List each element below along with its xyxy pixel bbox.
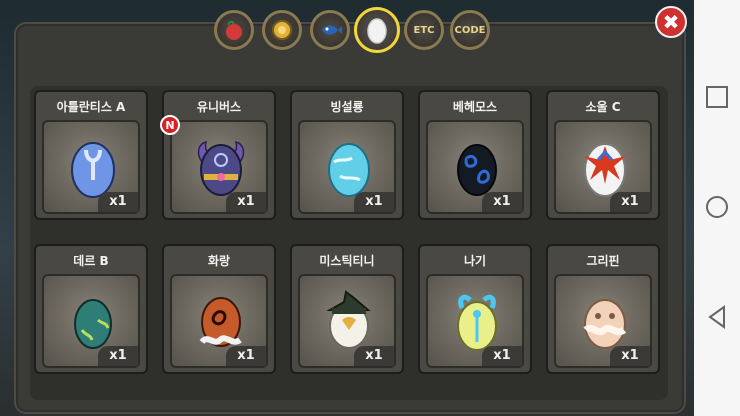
egg-card-der-b[interactable]: 데르 B x1	[34, 244, 148, 374]
der-egg-icon	[74, 299, 112, 349]
card-title: 나기	[463, 254, 487, 268]
recent-apps-icon[interactable]	[702, 82, 732, 112]
egg-card-atlantis-a[interactable]: 아틀란티스 A x1	[34, 90, 148, 220]
egg-card-ice-dragon[interactable]: 빙설룡 x1	[290, 90, 404, 220]
card-title: 미스틱티니	[319, 254, 375, 268]
tab-etc[interactable]: ETC	[404, 10, 444, 50]
egg-card-universe[interactable]: 유니버스 x1	[162, 90, 276, 220]
fish-icon	[322, 25, 342, 35]
egg-slot: x1	[554, 274, 652, 368]
egg-count: x1	[610, 346, 650, 366]
egg-slot: x1	[298, 274, 396, 368]
card-title: 그리핀	[586, 254, 620, 268]
mystic-tini-egg-icon	[326, 290, 371, 349]
egg-count: x1	[610, 192, 650, 212]
apple-icon	[226, 20, 242, 40]
card-title: 화랑	[207, 254, 231, 268]
egg-card-soul-c[interactable]: 소울 C x1	[546, 90, 660, 220]
griffin-egg-icon	[583, 299, 627, 349]
egg-count: x1	[226, 192, 266, 212]
universe-egg-icon	[197, 140, 245, 196]
egg-card-nagi[interactable]: 나기 x1	[418, 244, 532, 374]
egg-icon	[367, 18, 387, 44]
egg-grid: 아틀란티스 A x1 유니버스 x1 빙설룡 x1 베헤모스 x1 소울 C x…	[30, 86, 668, 400]
atlantis-egg-icon	[71, 142, 115, 198]
egg-slot: x1	[426, 120, 524, 214]
back-icon[interactable]	[702, 302, 732, 332]
tab-code[interactable]: CODE	[450, 10, 490, 50]
ice-dragon-egg-icon	[328, 143, 370, 197]
behemoth-egg-icon	[457, 144, 497, 196]
tab-fish[interactable]	[310, 10, 350, 50]
egg-slot: x1	[170, 274, 268, 368]
close-icon: ✖	[662, 10, 680, 34]
tab-egg[interactable]	[354, 7, 400, 53]
egg-count: x1	[98, 346, 138, 366]
egg-count: x1	[482, 192, 522, 212]
inventory-panel: 아틀란티스 A x1 유니버스 x1 빙설룡 x1 베헤모스 x1 소울 C x…	[14, 22, 686, 414]
egg-slot: x1	[42, 120, 140, 214]
new-badge: N	[160, 115, 180, 135]
egg-slot: x1	[298, 120, 396, 214]
card-title: 베헤모스	[452, 100, 498, 114]
egg-card-mystic-tini[interactable]: 미스틱티니 x1	[290, 244, 404, 374]
egg-card-hwarang[interactable]: 화랑 x1	[162, 244, 276, 374]
android-nav-bar	[694, 0, 740, 416]
egg-count: x1	[354, 346, 394, 366]
hwarang-egg-icon	[199, 297, 242, 347]
egg-count: x1	[98, 192, 138, 212]
egg-slot: x1	[42, 274, 140, 368]
nagi-egg-icon	[457, 294, 497, 351]
egg-count: x1	[354, 192, 394, 212]
soul-egg-icon	[584, 143, 626, 197]
category-tabs: ETC CODE	[214, 7, 494, 53]
coin-icon	[272, 20, 292, 40]
card-title: 빙설룡	[330, 100, 364, 114]
card-title: 데르 B	[73, 254, 109, 268]
egg-card-griffin[interactable]: 그리핀 x1	[546, 244, 660, 374]
egg-count: x1	[226, 346, 266, 366]
tab-coin[interactable]	[262, 10, 302, 50]
tab-fruit[interactable]	[214, 10, 254, 50]
card-title: 유니버스	[196, 100, 242, 114]
home-icon[interactable]	[702, 192, 732, 222]
card-title: 소울 C	[585, 100, 621, 114]
egg-slot: x1	[554, 120, 652, 214]
close-button[interactable]: ✖	[655, 6, 687, 38]
egg-slot: x1	[426, 274, 524, 368]
egg-card-behemoth[interactable]: 베헤모스 x1	[418, 90, 532, 220]
egg-slot: x1	[170, 120, 268, 214]
card-title: 아틀란티스 A	[56, 100, 126, 114]
egg-count: x1	[482, 346, 522, 366]
